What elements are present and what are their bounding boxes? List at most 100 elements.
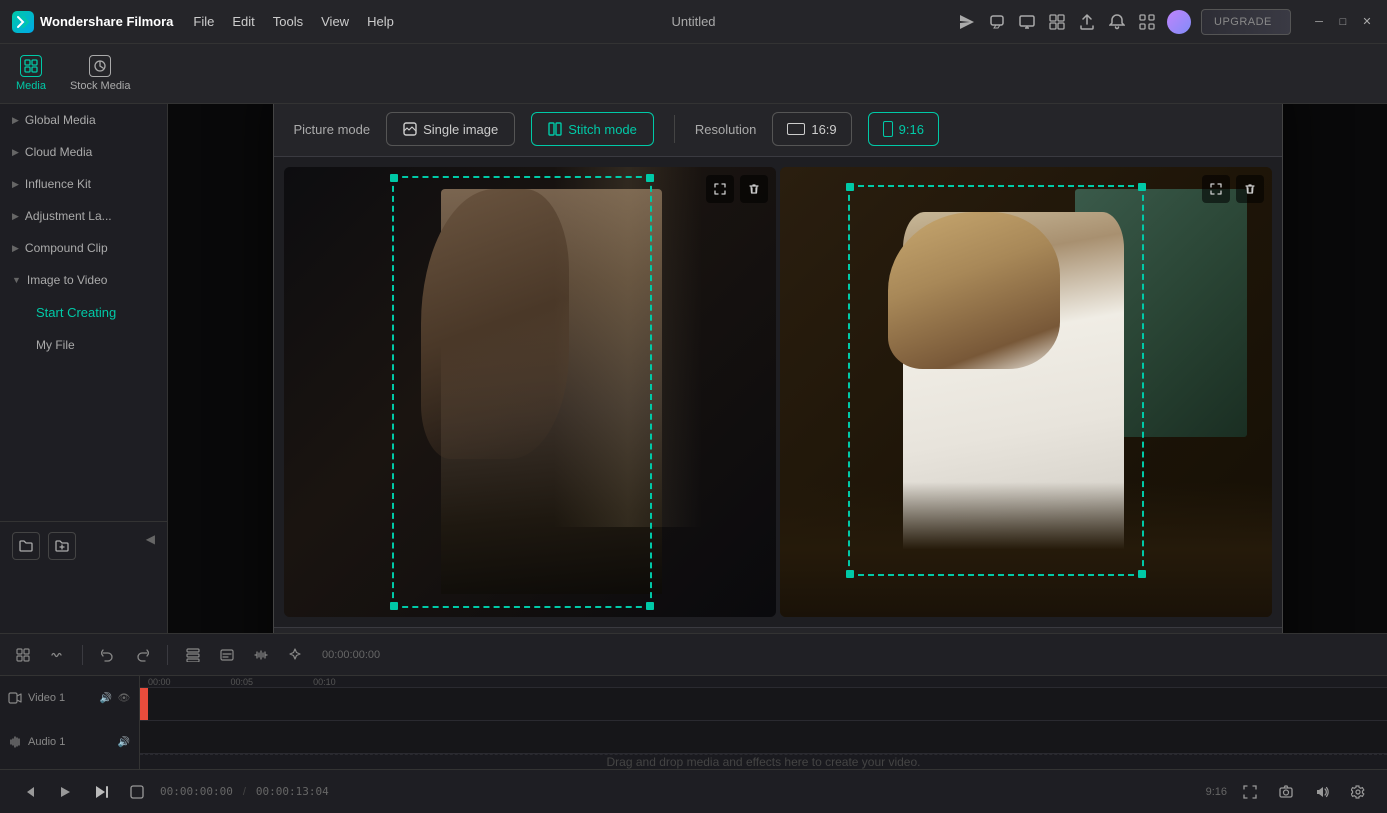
audio-wave-button[interactable] [248,642,274,668]
single-image-button[interactable]: Single image [386,112,515,146]
video1-label: Video 1 [28,692,65,704]
timeline-time: 00:00:00:00 [322,649,380,661]
add-folder-icon[interactable] [48,532,76,560]
screenshot-button[interactable] [1273,779,1299,805]
sidebar-label-adjustment: Adjustment La... [25,209,112,223]
play-button[interactable] [52,779,78,805]
slot-1-expand-button[interactable] [706,175,734,203]
caption-button[interactable] [214,642,240,668]
slot-1-actions [706,175,768,203]
sidebar-item-my-file[interactable]: My File [24,329,167,361]
grid-icon[interactable] [1137,12,1157,32]
menu-edit[interactable]: Edit [232,14,254,29]
folder-icon[interactable] [12,532,40,560]
window-title: Untitled [671,14,715,29]
sidebar-item-adjustment[interactable]: ▶ Adjustment La... [0,200,167,232]
audio1-header: Audio 1 🔊 [0,720,140,764]
tall-ratio-icon [883,121,893,137]
sidebar-item-image-to-video[interactable]: ▼ Image to Video [0,264,167,296]
slot-1-delete-button[interactable] [740,175,768,203]
add-track-button[interactable] [180,642,206,668]
tab-media[interactable]: Media [16,55,46,92]
sidebar: ▶ Global Media ▶ Cloud Media ▶ Influence… [0,104,168,633]
track-headers: Video 1 🔊 👁 Audio 1 🔊 [0,676,140,769]
slot-2-expand-button[interactable] [1202,175,1230,203]
preview-area: Image to Video ─ ✕ Picture mode Single i… [168,104,1387,633]
corner-tr [646,174,654,182]
sidebar-label-cloud-media: Cloud Media [25,145,92,159]
send-icon[interactable] [957,12,977,32]
zoom-level-display: 9:16 [1206,786,1227,798]
sidebar-item-cloud-media[interactable]: ▶ Cloud Media [0,136,167,168]
sidebar-label-compound-clip: Compound Clip [25,241,108,255]
slot-2-delete-button[interactable] [1236,175,1264,203]
media-tab-label: Media [16,80,46,92]
sidebar-item-start-creating[interactable]: Start Creating [24,296,167,329]
drop-zone-text: Drag and drop media and effects here to … [607,755,921,769]
upgrade-button[interactable]: UPGRADE [1201,9,1291,35]
collapse-button[interactable]: ◀ [146,532,155,560]
sidebar-item-global-media[interactable]: ▶ Global Media [0,104,167,136]
bell-icon[interactable] [1107,12,1127,32]
stitch-mode-button[interactable]: Stitch mode [531,112,654,146]
total-time-display: 00:00:13:04 [256,785,329,798]
ruler-mark-0: 00:00 [148,677,171,687]
sidebar-bottom-controls: ◀ [0,521,167,570]
user-avatar[interactable] [1167,10,1191,34]
menu-tools[interactable]: Tools [273,14,303,29]
ratio-16-9-label: 16:9 [811,122,836,137]
upload-icon[interactable] [1077,12,1097,32]
ripple-button[interactable] [44,642,70,668]
monitor-icon[interactable] [1017,12,1037,32]
modal-footer: Submit [274,627,1282,634]
sidebar-item-influence-kit[interactable]: ▶ Influence Kit [0,168,167,200]
img2-selection-border [848,185,1143,577]
redo-button[interactable] [129,642,155,668]
current-time-display: 00:00:00:00 [160,785,233,798]
track1-eye-icon[interactable]: 👁 [117,691,131,705]
audio1-track-content[interactable] [140,721,1387,754]
modal-overlay: Image to Video ─ ✕ Picture mode Single i… [168,104,1387,633]
close-window-button[interactable]: ✕ [1359,14,1375,30]
layout-icon[interactable] [1047,12,1067,32]
menu-view[interactable]: View [321,14,349,29]
ratio-9-16-label: 9:16 [899,122,924,137]
track2-volume-icon[interactable]: 🔊 [117,735,131,749]
start-creating-label: Start Creating [36,305,116,320]
ratio-9-16-button[interactable]: 9:16 [868,112,939,146]
sidebar-item-compound-clip[interactable]: ▶ Compound Clip [0,232,167,264]
modal-toolbar: Picture mode Single image Stitch mode Re… [274,104,1282,157]
sidebar-label-global-media: Global Media [25,113,96,127]
menu-file[interactable]: File [193,14,214,29]
track1-controls: 🔊 👁 [99,691,131,705]
skip-back-button[interactable] [16,779,42,805]
window-controls: ─ □ ✕ [1311,14,1375,30]
video1-track-content[interactable] [140,688,1387,721]
maximize-button[interactable]: □ [1335,14,1351,30]
modal-body [274,157,1282,627]
ratio-16-9-button[interactable]: 16:9 [772,112,851,146]
single-image-label: Single image [423,122,498,137]
menu-help[interactable]: Help [367,14,394,29]
minimize-button[interactable]: ─ [1311,14,1327,30]
expand-icon4: ▶ [12,211,19,222]
ruler-mark-2: 00:10 [313,677,336,687]
undo-button[interactable] [95,642,121,668]
track-layout-button[interactable] [10,642,36,668]
magic-button[interactable] [282,642,308,668]
track1-volume-icon[interactable]: 🔊 [99,691,113,705]
bottom-area: 00:00:00:00 Video 1 🔊 👁 Audio 1 🔊 [0,633,1387,813]
slot-2-actions [1202,175,1264,203]
volume-button[interactable] [1309,779,1335,805]
fullscreen-button[interactable] [1237,779,1263,805]
timeline-toolbar: 00:00:00:00 [0,634,1387,676]
corner-tl [390,174,398,182]
play-full-button[interactable] [88,779,114,805]
settings-button[interactable] [1345,779,1371,805]
loop-button[interactable] [124,779,150,805]
app-logo[interactable]: Wondershare Filmora [12,11,173,33]
tab-stock-media[interactable]: Stock Media [70,55,131,92]
drop-zone: Drag and drop media and effects here to … [140,754,1387,769]
speech-icon[interactable] [987,12,1007,32]
mode-label: Picture mode [294,122,371,137]
